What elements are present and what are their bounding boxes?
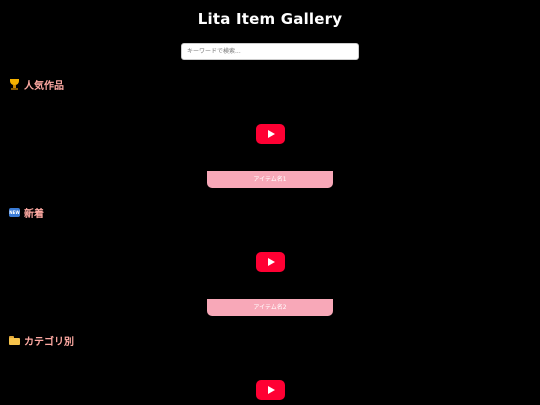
play-button[interactable] — [256, 252, 285, 272]
search-input[interactable] — [181, 43, 359, 60]
play-icon — [268, 386, 275, 394]
section-heading-popular: 人気作品 — [9, 77, 64, 92]
play-button[interactable] — [256, 380, 285, 400]
new-badge-icon: NEW — [9, 208, 20, 217]
gallery-page: Lita Item Gallery 人気作品 アイテム名1 NEW 新着 アイテ… — [0, 0, 540, 405]
site-title: Lita Item Gallery — [197, 10, 343, 28]
play-button[interactable] — [256, 124, 285, 144]
play-icon — [268, 130, 275, 138]
section-title: 人気作品 — [24, 81, 64, 92]
folder-icon — [9, 335, 20, 346]
section-heading-category: カテゴリ別 — [9, 333, 74, 348]
section-title: 新着 — [24, 209, 44, 220]
trophy-icon — [9, 79, 20, 90]
section-heading-new: NEW 新着 — [9, 205, 44, 220]
item-label-button[interactable]: アイテム名1 — [207, 171, 333, 188]
play-icon — [268, 258, 275, 266]
item-label-button[interactable]: アイテム名2 — [207, 299, 333, 316]
section-title: カテゴリ別 — [24, 337, 74, 348]
